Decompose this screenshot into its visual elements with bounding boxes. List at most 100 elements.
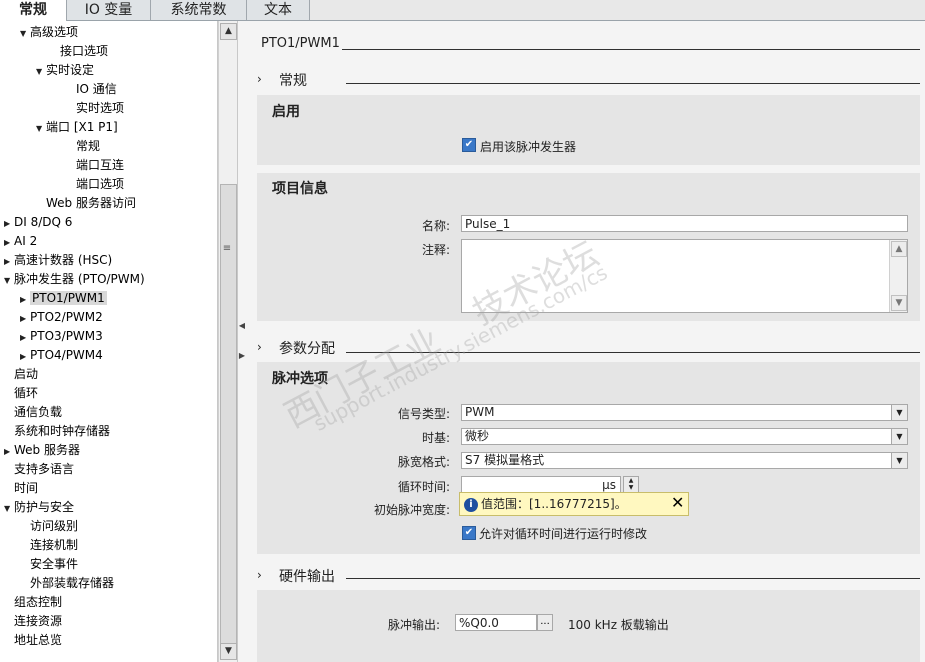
expand-right-icon[interactable]: ▶	[238, 351, 246, 360]
tab-general[interactable]: 常规	[0, 0, 67, 21]
pulse-output-input[interactable]: %Q0.0	[455, 614, 537, 631]
tree-item[interactable]: 循环	[4, 384, 38, 403]
scroll-up-icon[interactable]: ▲	[220, 23, 237, 40]
cycle-time-spinner[interactable]: ▲ ▼	[623, 476, 639, 493]
tree-item[interactable]: 访问级别	[20, 517, 78, 536]
tree-item[interactable]: ▶ DI 8/DQ 6	[4, 213, 72, 232]
tree-item[interactable]: ▶ PTO2/PWM2	[20, 308, 103, 327]
tab-io-tags[interactable]: IO 变量	[67, 0, 151, 20]
collapse-left-icon[interactable]: ◀	[238, 321, 246, 330]
tree-item[interactable]: ▶ PTO4/PWM4	[20, 346, 103, 365]
chevron-down-icon[interactable]: ▼	[891, 405, 907, 420]
enable-pulse-label: 启用该脉冲发生器	[480, 140, 577, 154]
scroll-down-icon[interactable]: ▼	[220, 643, 237, 660]
expand-right-icon[interactable]: ▶	[4, 252, 14, 271]
tree-item[interactable]: 外部装载存储器	[20, 574, 114, 593]
properties-panel: PTO1/PWM1 › 常规 启用 ✔ 启用该脉冲发生器 项目信息 名称: Pu…	[246, 21, 925, 662]
tree-item[interactable]: 连接资源	[4, 612, 62, 631]
project-info-group: 项目信息 名称: Pulse_1 注释: ▲ ▼	[257, 173, 920, 321]
tree-item[interactable]: 通信负载	[4, 403, 62, 422]
tree-item[interactable]: 组态控制	[4, 593, 62, 612]
name-label: 名称:	[421, 219, 450, 233]
tree-item[interactable]: 端口选项	[66, 175, 124, 194]
panel-splitter[interactable]: ◀ ▶	[237, 21, 246, 662]
expand-down-icon[interactable]: ▼	[20, 24, 30, 43]
expand-right-icon[interactable]: ▶	[20, 290, 30, 309]
tree-item[interactable]: 时间	[4, 479, 38, 498]
cycle-time-input[interactable]: µs	[461, 476, 621, 493]
tree-item-label: 安全事件	[30, 557, 79, 571]
expand-down-icon[interactable]: ▼	[4, 271, 14, 290]
hw-collapse-icon[interactable]: ›	[257, 568, 262, 582]
tab-system-constants[interactable]: 系统常数	[151, 0, 247, 20]
comment-scroll-up-icon[interactable]: ▲	[891, 241, 907, 257]
section-params-title[interactable]: 参数分配	[279, 338, 335, 358]
tree-item[interactable]: IO 通信	[66, 80, 117, 99]
tree-item[interactable]: ▼ 高级选项	[20, 23, 78, 42]
tree-item[interactable]: 常规	[66, 137, 100, 156]
signal-type-select[interactable]: PWM ▼	[461, 404, 908, 421]
cycle-time-label: 循环时间:	[397, 480, 450, 494]
tree-item[interactable]: 地址总览	[4, 631, 62, 650]
tree-item-label: 接口选项	[60, 44, 109, 58]
tree-item[interactable]: ▼ 端口 [X1 P1]	[36, 118, 118, 137]
name-input[interactable]: Pulse_1	[461, 215, 908, 232]
expand-right-icon[interactable]: ▶	[4, 214, 14, 233]
pulse-options-group: 脉冲选项 信号类型: PWM ▼ 时基: 微秒 ▼ 脉宽格式: S7 模拟量格式…	[257, 362, 920, 554]
chevron-down-icon[interactable]: ▼	[891, 429, 907, 444]
tree-item[interactable]: 支持多语言	[4, 460, 74, 479]
tree-scrollbar[interactable]: ▲ ≡ ▼	[218, 21, 237, 662]
expand-down-icon[interactable]: ▼	[36, 119, 46, 138]
timebase-select[interactable]: 微秒 ▼	[461, 428, 908, 445]
runtime-modify-checkbox[interactable]: ✔	[462, 526, 476, 540]
expand-right-icon[interactable]: ▶	[4, 233, 14, 252]
tree-item[interactable]: ▼ 实时设定	[36, 61, 94, 80]
comment-scrollbar[interactable]: ▲ ▼	[889, 240, 907, 312]
tree-item[interactable]: Web 服务器访问	[36, 194, 136, 213]
tree-item[interactable]: 安全事件	[20, 555, 78, 574]
tree-item[interactable]: ▶ 高速计数器 (HSC)	[4, 251, 112, 270]
section-hw-title[interactable]: 硬件输出	[279, 566, 335, 586]
value-range-tooltip: i 值范围：[1..16777215]。	[459, 492, 689, 516]
pulse-format-select[interactable]: S7 模拟量格式 ▼	[461, 452, 908, 469]
timebase-label: 时基:	[421, 431, 450, 445]
value-range-text: 值范围：[1..16777215]。	[481, 497, 627, 511]
grip-icon: ≡	[222, 243, 232, 254]
tab-texts[interactable]: 文本	[247, 0, 310, 20]
section-general-title[interactable]: 常规	[279, 70, 307, 90]
tree-item[interactable]: 连接机制	[20, 536, 78, 555]
expand-down-icon[interactable]: ▼	[4, 499, 14, 518]
tree-item[interactable]: ▶ PTO3/PWM3	[20, 327, 103, 346]
expand-right-icon[interactable]: ▶	[4, 442, 14, 461]
tree-item[interactable]: ▶ Web 服务器	[4, 441, 80, 460]
comment-scroll-down-icon[interactable]: ▼	[891, 295, 907, 311]
pulse-format-value: S7 模拟量格式	[465, 453, 545, 467]
tree-item[interactable]: ▼ 脉冲发生器 (PTO/PWM)	[4, 270, 145, 289]
chevron-down-icon[interactable]: ▼	[891, 453, 907, 468]
tree-item[interactable]: ▶ AI 2	[4, 232, 37, 251]
browse-button[interactable]: ...	[537, 614, 553, 631]
title-divider	[342, 49, 920, 50]
pulse-format-label: 脉宽格式:	[397, 455, 450, 469]
tree-item[interactable]: 启动	[4, 365, 38, 384]
tree-item[interactable]: 系统和时钟存储器	[4, 422, 110, 441]
spin-up-icon[interactable]: ▲	[624, 477, 638, 484]
comment-textarea[interactable]: ▲ ▼	[461, 239, 908, 313]
tree-item[interactable]: ▶ PTO1/PWM1	[20, 289, 107, 308]
expand-down-icon[interactable]: ▼	[36, 62, 46, 81]
tree-item-label: AI 2	[14, 234, 38, 248]
timebase-value: 微秒	[465, 429, 490, 443]
tree-item[interactable]: ▼ 防护与安全	[4, 498, 74, 517]
tree-item-label: 实时选项	[76, 101, 125, 115]
tree-item[interactable]: 接口选项	[50, 42, 108, 61]
section-collapse-icon[interactable]: ›	[257, 72, 262, 86]
tree-item[interactable]: 端口互连	[66, 156, 124, 175]
expand-right-icon[interactable]: ▶	[20, 347, 30, 366]
expand-right-icon[interactable]: ▶	[20, 328, 30, 347]
enable-pulse-checkbox[interactable]: ✔	[462, 138, 476, 152]
spin-down-icon[interactable]: ▼	[624, 484, 638, 491]
close-icon[interactable]: ✕	[671, 493, 684, 512]
params-collapse-icon[interactable]: ›	[257, 340, 262, 354]
tree-item[interactable]: 实时选项	[66, 99, 124, 118]
expand-right-icon[interactable]: ▶	[20, 309, 30, 328]
